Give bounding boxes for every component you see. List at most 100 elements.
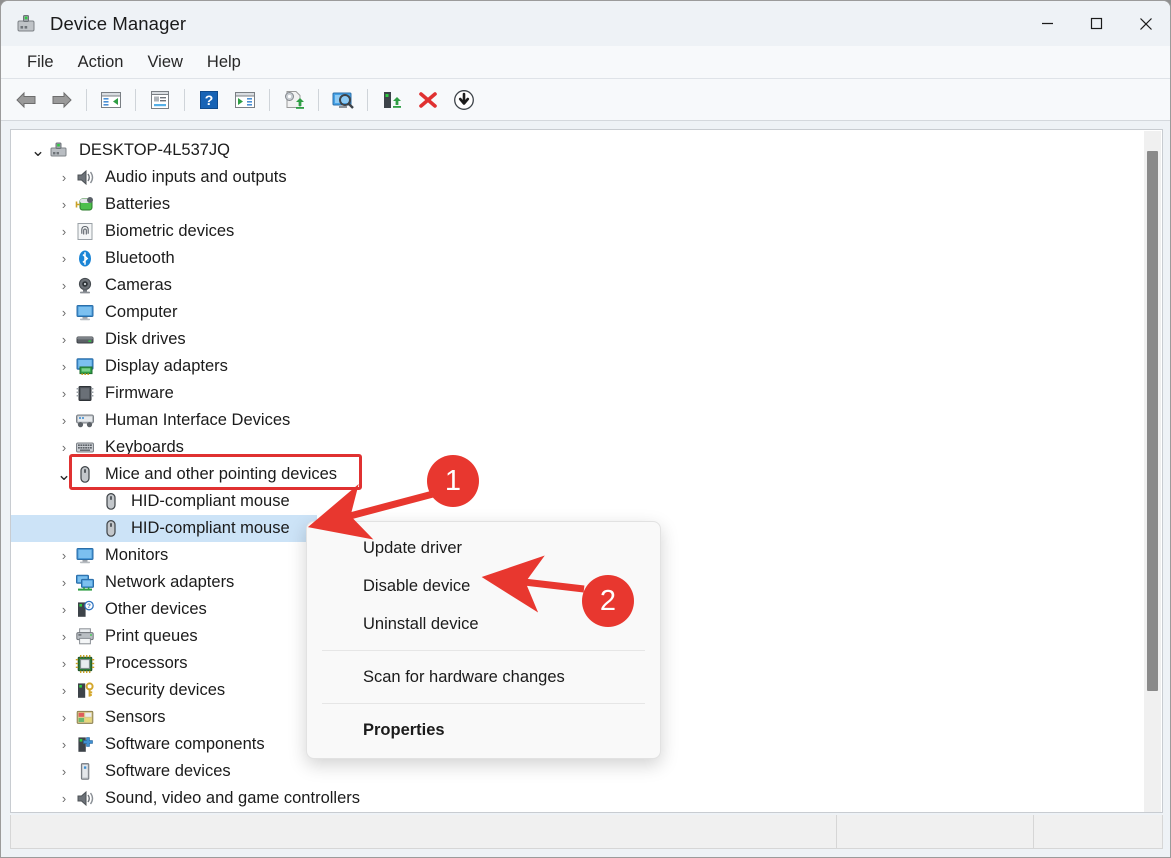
tree-item-label: Disk drives — [105, 330, 186, 348]
chevron-right-icon[interactable]: › — [53, 656, 75, 671]
hid-icon — [75, 411, 97, 431]
chevron-down-icon[interactable]: ⌄ — [27, 142, 49, 159]
tree-item-label: Firmware — [105, 384, 174, 402]
processor-icon — [75, 654, 97, 674]
tree-item[interactable]: › Software devices — [11, 758, 1162, 785]
chevron-right-icon[interactable]: › — [53, 413, 75, 428]
mouse-icon — [101, 519, 123, 539]
context-menu-item[interactable]: Update driver — [307, 529, 660, 567]
context-menu-item[interactable]: Properties — [307, 711, 660, 749]
tree-item[interactable]: › Cameras — [11, 272, 1162, 299]
device-manager-icon — [14, 12, 38, 36]
enable-device-icon[interactable] — [375, 84, 409, 116]
tree-item[interactable]: › Disk drives — [11, 326, 1162, 353]
chevron-right-icon[interactable]: › — [53, 629, 75, 644]
highlight-box-mice-category — [69, 454, 362, 490]
tree-item[interactable]: › Human Interface Devices — [11, 407, 1162, 434]
menu-view[interactable]: View — [135, 50, 194, 75]
tree-item-label: Human Interface Devices — [105, 411, 291, 429]
disable-device-icon[interactable] — [447, 84, 481, 116]
uninstall-device-icon[interactable] — [411, 84, 445, 116]
scrollbar-thumb[interactable] — [1147, 151, 1158, 691]
chevron-right-icon[interactable]: › — [53, 737, 75, 752]
tree-item-label: Sound, video and game controllers — [105, 789, 360, 807]
tree-item-label: DESKTOP-4L537JQ — [79, 141, 231, 159]
tree-item-label: HID-compliant mouse — [131, 492, 290, 510]
menu-help[interactable]: Help — [195, 50, 253, 75]
tree-item[interactable]: › Audio inputs and outputs — [11, 164, 1162, 191]
step-badge-1: 1 — [427, 455, 479, 507]
mouse-icon — [101, 492, 123, 512]
software-component-icon — [75, 735, 97, 755]
back-icon[interactable] — [9, 84, 43, 116]
menu-bar: File Action View Help — [1, 46, 1170, 79]
forward-icon[interactable] — [45, 84, 79, 116]
maximize-button[interactable] — [1072, 1, 1121, 46]
tree-item-label: Sensors — [105, 708, 166, 726]
network-adapter-icon — [75, 573, 97, 593]
vertical-scrollbar[interactable] — [1144, 131, 1161, 812]
chevron-right-icon[interactable]: › — [53, 224, 75, 239]
chevron-right-icon[interactable]: › — [53, 548, 75, 563]
chevron-right-icon[interactable]: › — [53, 359, 75, 374]
tree-item-label: HID-compliant mouse — [131, 519, 290, 537]
show-hide-console-tree-icon[interactable] — [94, 84, 128, 116]
security-device-icon — [75, 681, 97, 701]
minimize-button[interactable] — [1023, 1, 1072, 46]
chevron-right-icon[interactable]: › — [53, 386, 75, 401]
chevron-right-icon[interactable]: › — [53, 332, 75, 347]
tree-item-label: Cameras — [105, 276, 172, 294]
tree-root-node[interactable]: ⌄ DESKTOP-4L537JQ — [11, 137, 1162, 164]
show-hide-action-pane-icon[interactable] — [228, 84, 262, 116]
tree-item-label: Security devices — [105, 681, 226, 699]
tree-item[interactable]: HID-compliant mouse — [11, 515, 317, 542]
context-menu-item[interactable]: Scan for hardware changes — [307, 658, 660, 696]
camera-icon — [75, 276, 97, 296]
toolbar-separator — [86, 88, 87, 111]
toolbar-separator — [318, 88, 319, 111]
chevron-right-icon[interactable]: › — [53, 791, 75, 806]
chevron-right-icon[interactable]: › — [53, 575, 75, 590]
device-context-menu[interactable]: Update driver Disable device Uninstall dev… — [306, 521, 661, 759]
status-panel-1 — [11, 815, 837, 848]
tree-item[interactable]: › Bluetooth — [11, 245, 1162, 272]
chevron-right-icon[interactable]: › — [53, 197, 75, 212]
chevron-right-icon[interactable]: › — [53, 305, 75, 320]
chip-icon — [75, 384, 97, 404]
chevron-right-icon[interactable]: › — [53, 764, 75, 779]
chevron-right-icon[interactable]: › — [53, 602, 75, 617]
chevron-right-icon[interactable]: › — [53, 170, 75, 185]
chevron-right-icon[interactable]: › — [53, 440, 75, 455]
menu-file[interactable]: File — [15, 50, 66, 75]
tree-item-label: Bluetooth — [105, 249, 175, 267]
scan-hardware-changes-icon[interactable] — [326, 84, 360, 116]
update-driver-icon[interactable] — [277, 84, 311, 116]
menu-action[interactable]: Action — [66, 50, 136, 75]
monitor-icon — [75, 303, 97, 323]
close-button[interactable] — [1121, 1, 1170, 46]
toolbar-separator — [269, 88, 270, 111]
tree-item[interactable]: › Display adapters — [11, 353, 1162, 380]
battery-icon — [75, 195, 97, 215]
bluetooth-icon — [75, 249, 97, 269]
tree-item[interactable]: › Batteries — [11, 191, 1162, 218]
chevron-right-icon[interactable]: › — [53, 710, 75, 725]
speaker-icon — [75, 168, 97, 188]
svg-text:?: ? — [205, 92, 214, 108]
tree-item-label: Software devices — [105, 762, 231, 780]
chevron-right-icon[interactable]: › — [53, 251, 75, 266]
chevron-right-icon[interactable]: › — [53, 278, 75, 293]
tree-item[interactable]: › Sound, video and game controllers — [11, 785, 1162, 812]
help-icon[interactable]: ? — [192, 84, 226, 116]
device-manager-window: Device Manager File Action View Help ? ⌄… — [0, 0, 1171, 858]
tree-item-label: Batteries — [105, 195, 171, 213]
properties-icon[interactable] — [143, 84, 177, 116]
tree-item[interactable]: › Computer — [11, 299, 1162, 326]
printer-icon — [75, 627, 97, 647]
tree-item[interactable]: › Firmware — [11, 380, 1162, 407]
tree-item[interactable]: HID-compliant mouse — [11, 488, 1162, 515]
computer-device-icon — [49, 141, 71, 161]
tree-item[interactable]: › Biometric devices — [11, 218, 1162, 245]
sensor-icon — [75, 708, 97, 728]
chevron-right-icon[interactable]: › — [53, 683, 75, 698]
